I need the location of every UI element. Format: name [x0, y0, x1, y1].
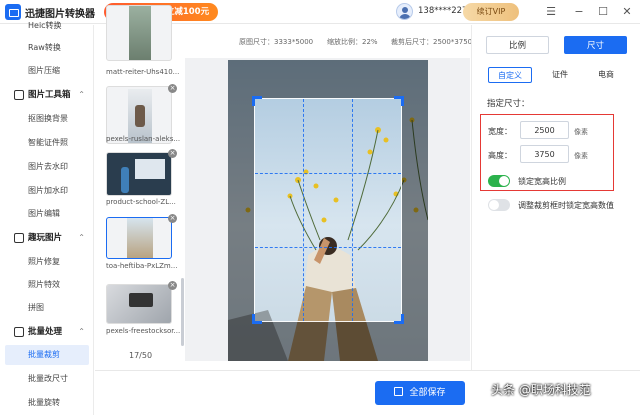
lock-box-toggle[interactable] [488, 199, 510, 211]
sidebar-group-label: 趣玩图片 [28, 233, 63, 243]
sidebar-item-raw[interactable]: Raw转换 [5, 38, 89, 58]
thumbnail-scrollbar[interactable] [181, 278, 184, 346]
sidebar-item-collage[interactable]: 拼图 [5, 298, 89, 318]
sidebar: Heic转换 Raw转换 图片压缩 图片工具箱 ⌃ 抠图换背景 智能证件照 图片… [0, 21, 94, 415]
subtab-custom[interactable]: 自定义 [488, 67, 532, 83]
sidebar-item-heic[interactable]: Heic转换 [5, 16, 89, 36]
thumbnail-selected[interactable] [106, 217, 172, 259]
subtab-ecommerce[interactable]: 电商 [586, 67, 626, 83]
height-unit: 像素 [574, 152, 588, 160]
minimize-icon[interactable]: − [571, 4, 587, 20]
save-all-button[interactable]: 全部保存 [375, 381, 465, 405]
original-size: 原图尺寸：3333*5000 [239, 38, 314, 46]
remove-thumbnail-icon[interactable]: × [168, 84, 177, 93]
remove-thumbnail-icon[interactable]: × [168, 214, 177, 223]
crop-grid-line [255, 173, 401, 174]
sidebar-group-label: 批量处理 [28, 327, 63, 337]
chevron-up-icon: ⌃ [78, 327, 85, 336]
crop-handle-bottom-left[interactable] [252, 314, 262, 324]
sidebar-item-batch-rotate[interactable]: 批量旋转 [5, 393, 89, 413]
toggle-knob [499, 176, 509, 186]
sidebar-item-effects[interactable]: 照片特效 [5, 275, 89, 295]
sidebar-item-remove-watermark[interactable]: 图片去水印 [5, 157, 89, 177]
zoom-level: 缩放比例：22% [327, 38, 378, 46]
thumbnail-name: toa-heftiba-PxLZm... [106, 262, 178, 270]
crop-mask-left [228, 98, 254, 322]
page-counter: 17/50 [129, 351, 153, 360]
sidebar-group-toolbox[interactable]: 图片工具箱 ⌃ [5, 85, 89, 105]
chevron-up-icon: ⌃ [78, 90, 85, 99]
sidebar-item-compress[interactable]: 图片压缩 [5, 61, 89, 81]
thumbnail-name: matt-reiter-Uhs410... [106, 68, 180, 76]
sidebar-item-matting[interactable]: 抠图换背景 [5, 109, 89, 129]
crop-mask-right [402, 98, 428, 322]
thumbnail-name: pexels-ruslan-aleks... [106, 135, 180, 143]
lock-ratio-toggle[interactable] [488, 175, 510, 187]
sidebar-item-edit[interactable]: 图片编辑 [5, 204, 89, 224]
sidebar-item-batch-crop[interactable]: 批量裁剪 [5, 345, 89, 365]
lock-ratio-label: 锁定宽高比例 [518, 177, 566, 186]
title-bar: 迅捷图片转换器 周年大促 VIP立减100元 138****2271 续订VIP… [0, 0, 640, 24]
sidebar-group-fun[interactable]: 趣玩图片 ⌃ [5, 228, 89, 248]
batch-icon [14, 327, 24, 337]
thumbnail-name: pexels-freestocksor... [106, 327, 180, 335]
lock-box-label: 调整裁剪框时锁定宽高数值 [518, 201, 614, 210]
crop-grid-line [255, 247, 401, 248]
renew-vip-button[interactable]: 续订VIP [463, 3, 519, 21]
user-avatar[interactable] [396, 3, 413, 20]
chevron-up-icon: ⌃ [78, 233, 85, 242]
watermark-text: 头条 @职场科技范 [491, 383, 591, 397]
sidebar-item-batch-resize[interactable]: 批量改尺寸 [5, 369, 89, 389]
thumbnail-list: ‹ 返回 matt-reiter-Uhs410... × pexels-rusl… [95, 5, 185, 365]
thumbnail[interactable] [106, 5, 172, 61]
thumbnail[interactable] [106, 152, 172, 196]
remove-thumbnail-icon[interactable]: × [168, 149, 177, 158]
save-all-label: 全部保存 [409, 388, 446, 398]
height-label: 高度： [488, 151, 512, 160]
crop-grid-line [352, 99, 353, 321]
sidebar-item-repair[interactable]: 照片修复 [5, 252, 89, 272]
save-icon [394, 387, 404, 396]
sidebar-item-add-watermark[interactable]: 图片加水印 [5, 181, 89, 201]
width-unit: 像素 [574, 128, 588, 136]
close-icon[interactable]: ✕ [619, 4, 635, 20]
crop-mask-top [228, 60, 428, 98]
menu-icon[interactable]: ☰ [543, 4, 559, 20]
sidebar-item-id-photo[interactable]: 智能证件照 [5, 133, 89, 153]
tab-size[interactable]: 尺寸 [564, 36, 627, 54]
crop-mask-bottom [228, 322, 428, 361]
height-input[interactable] [520, 145, 569, 163]
toggle-knob [489, 200, 499, 210]
sidebar-group-batch[interactable]: 批量处理 ⌃ [5, 322, 89, 342]
section-title: 指定尺寸： [487, 99, 530, 109]
thumbnail[interactable] [106, 284, 172, 324]
width-label: 宽度： [488, 127, 512, 136]
crop-box[interactable] [254, 98, 402, 322]
crop-handle-top-right[interactable] [394, 96, 404, 106]
crop-handle-top-left[interactable] [252, 96, 262, 106]
maximize-icon[interactable]: ☐ [595, 4, 611, 20]
tab-ratio[interactable]: 比例 [486, 36, 549, 54]
remove-thumbnail-icon[interactable]: × [168, 281, 177, 290]
width-input[interactable] [520, 121, 569, 139]
sidebar-group-label: 图片工具箱 [28, 90, 71, 100]
toolbox-icon [14, 90, 24, 100]
crop-handle-bottom-right[interactable] [394, 314, 404, 324]
crop-grid-line [303, 99, 304, 321]
image-icon [14, 233, 24, 243]
crop-size: 裁剪后尺寸：2500*3750 [391, 38, 473, 46]
thumbnail-name: product-school-ZL... [106, 198, 176, 206]
subtab-id[interactable]: 证件 [540, 67, 580, 83]
